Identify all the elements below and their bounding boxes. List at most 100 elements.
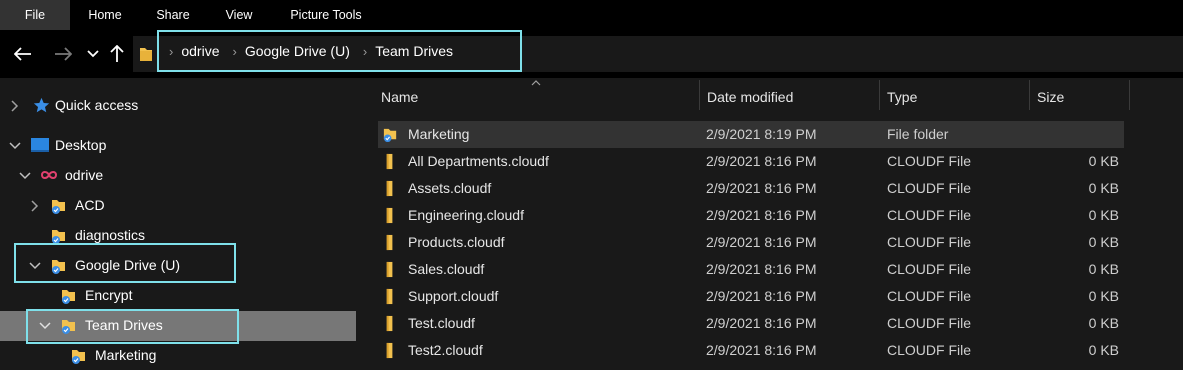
column-header-size[interactable]: Size xyxy=(1037,84,1122,110)
file-date: 2/9/2021 8:16 PM xyxy=(706,315,817,331)
file-type: CLOUDF File xyxy=(887,180,972,196)
folder-file-icon xyxy=(386,288,393,305)
column-header-type[interactable]: Type xyxy=(887,84,1022,110)
sync-folder-icon xyxy=(52,200,65,214)
file-type: CLOUDF File xyxy=(887,207,972,223)
folder-file-icon xyxy=(386,234,393,251)
file-name: Marketing xyxy=(408,126,470,142)
chevron-down-icon[interactable] xyxy=(18,169,32,183)
file-size: 0 KB xyxy=(1088,342,1119,358)
breadcrumb-item-google-drive[interactable]: Google Drive (U) xyxy=(245,43,350,59)
file-name: Test.cloudf xyxy=(408,315,475,331)
up-button[interactable] xyxy=(106,30,128,78)
tab-view[interactable]: View xyxy=(210,0,268,30)
tab-home[interactable]: Home xyxy=(75,0,135,30)
column-header-name[interactable]: Name xyxy=(381,84,691,110)
breadcrumb-item-team-drives[interactable]: Team Drives xyxy=(375,43,453,59)
nav-item-label: diagnostics xyxy=(75,227,146,243)
google-drive-highlight-box xyxy=(14,243,236,283)
chevron-down-icon[interactable] xyxy=(8,139,22,153)
folder-file-icon xyxy=(386,180,393,197)
tab-picture-tools[interactable]: Picture Tools xyxy=(275,0,377,30)
folder-file-icon xyxy=(386,153,393,170)
file-date: 2/9/2021 8:16 PM xyxy=(706,180,817,196)
table-row[interactable]: Test.cloudf 2/9/2021 8:16 PM CLOUDF File… xyxy=(378,310,1124,337)
table-row[interactable]: Marketing 2/9/2021 8:19 PM File folder xyxy=(378,121,1124,148)
breadcrumb-separator-icon: › xyxy=(169,43,174,59)
ribbon: File Home Share View Picture Tools xyxy=(0,0,1183,30)
file-name: All Departments.cloudf xyxy=(408,153,549,169)
file-type: CLOUDF File xyxy=(887,153,972,169)
file-name: Products.cloudf xyxy=(408,234,505,250)
file-date: 2/9/2021 8:16 PM xyxy=(706,342,817,358)
tab-share[interactable]: Share xyxy=(143,0,203,30)
folder-icon xyxy=(140,48,152,61)
sync-folder-icon xyxy=(62,290,75,304)
column-divider[interactable] xyxy=(699,80,700,110)
file-date: 2/9/2021 8:16 PM xyxy=(706,234,817,250)
table-row[interactable]: Engineering.cloudf 2/9/2021 8:16 PM CLOU… xyxy=(378,202,1124,229)
file-size: 0 KB xyxy=(1088,315,1119,331)
chevron-down-icon xyxy=(87,50,99,58)
desktop-icon xyxy=(31,138,49,152)
file-type: CLOUDF File xyxy=(887,315,972,331)
breadcrumb-separator-icon: › xyxy=(232,43,237,59)
file-size: 0 KB xyxy=(1088,234,1119,250)
file-name: Engineering.cloudf xyxy=(408,207,524,223)
tab-file[interactable]: File xyxy=(0,0,70,30)
file-date: 2/9/2021 8:16 PM xyxy=(706,288,817,304)
file-size: 0 KB xyxy=(1088,288,1119,304)
sync-folder-icon xyxy=(72,350,85,364)
breadcrumb: › odrive › Google Drive (U) › Team Drive… xyxy=(157,30,522,72)
arrow-up-icon xyxy=(110,45,124,62)
table-row[interactable]: Assets.cloudf 2/9/2021 8:16 PM CLOUDF Fi… xyxy=(378,175,1124,202)
file-date: 2/9/2021 8:16 PM xyxy=(706,261,817,277)
folder-file-icon xyxy=(386,207,393,224)
nav-item-label: Marketing xyxy=(95,347,157,363)
table-row[interactable]: Sales.cloudf 2/9/2021 8:16 PM CLOUDF Fil… xyxy=(378,256,1124,283)
file-type: File folder xyxy=(887,126,949,142)
file-date: 2/9/2021 8:19 PM xyxy=(706,126,817,142)
file-type: CLOUDF File xyxy=(887,342,972,358)
recent-locations-button[interactable] xyxy=(84,30,102,78)
nav-item-label: ACD xyxy=(75,197,105,213)
file-size: 0 KB xyxy=(1088,153,1119,169)
file-size: 0 KB xyxy=(1088,180,1119,196)
file-name: Support.cloudf xyxy=(408,288,499,304)
table-row[interactable]: Support.cloudf 2/9/2021 8:16 PM CLOUDF F… xyxy=(378,283,1124,310)
arrow-right-icon xyxy=(55,47,72,61)
file-name: Sales.cloudf xyxy=(408,261,485,277)
nav-item-label: Encrypt xyxy=(85,287,133,303)
file-size: 0 KB xyxy=(1088,207,1119,223)
team-drives-highlight-box xyxy=(26,309,239,344)
file-name: Test2.cloudf xyxy=(408,342,483,358)
table-row[interactable]: Products.cloudf 2/9/2021 8:16 PM CLOUDF … xyxy=(378,229,1124,256)
table-row[interactable]: All Departments.cloudf 2/9/2021 8:16 PM … xyxy=(378,148,1124,175)
file-type: CLOUDF File xyxy=(887,234,972,250)
column-divider[interactable] xyxy=(1029,80,1030,110)
file-type: CLOUDF File xyxy=(887,288,972,304)
odrive-infinity-icon xyxy=(40,171,58,179)
column-divider[interactable] xyxy=(1129,80,1130,110)
folder-file-icon xyxy=(386,315,393,332)
file-date: 2/9/2021 8:16 PM xyxy=(706,153,817,169)
nav-item-label: Quick access xyxy=(55,97,139,113)
breadcrumb-separator-icon: › xyxy=(362,43,368,59)
file-type: CLOUDF File xyxy=(887,261,972,277)
file-name: Assets.cloudf xyxy=(408,180,492,196)
file-size: 0 KB xyxy=(1088,261,1119,277)
back-button[interactable] xyxy=(8,30,38,78)
column-divider[interactable] xyxy=(879,80,880,110)
table-row[interactable]: Test2.cloudf 2/9/2021 8:16 PM CLOUDF Fil… xyxy=(378,337,1124,364)
chevron-right-icon[interactable] xyxy=(28,199,42,213)
file-date: 2/9/2021 8:16 PM xyxy=(706,207,817,223)
chevron-right-icon[interactable] xyxy=(8,99,22,113)
forward-button[interactable] xyxy=(48,30,78,78)
column-header-date-modified[interactable]: Date modified xyxy=(707,84,872,110)
sync-folder-icon xyxy=(383,128,397,143)
folder-file-icon xyxy=(386,261,393,278)
star-icon xyxy=(33,97,50,113)
breadcrumb-item-odrive[interactable]: odrive xyxy=(181,43,219,59)
nav-item-label: odrive xyxy=(65,167,104,183)
nav-item-label: Desktop xyxy=(55,137,107,153)
